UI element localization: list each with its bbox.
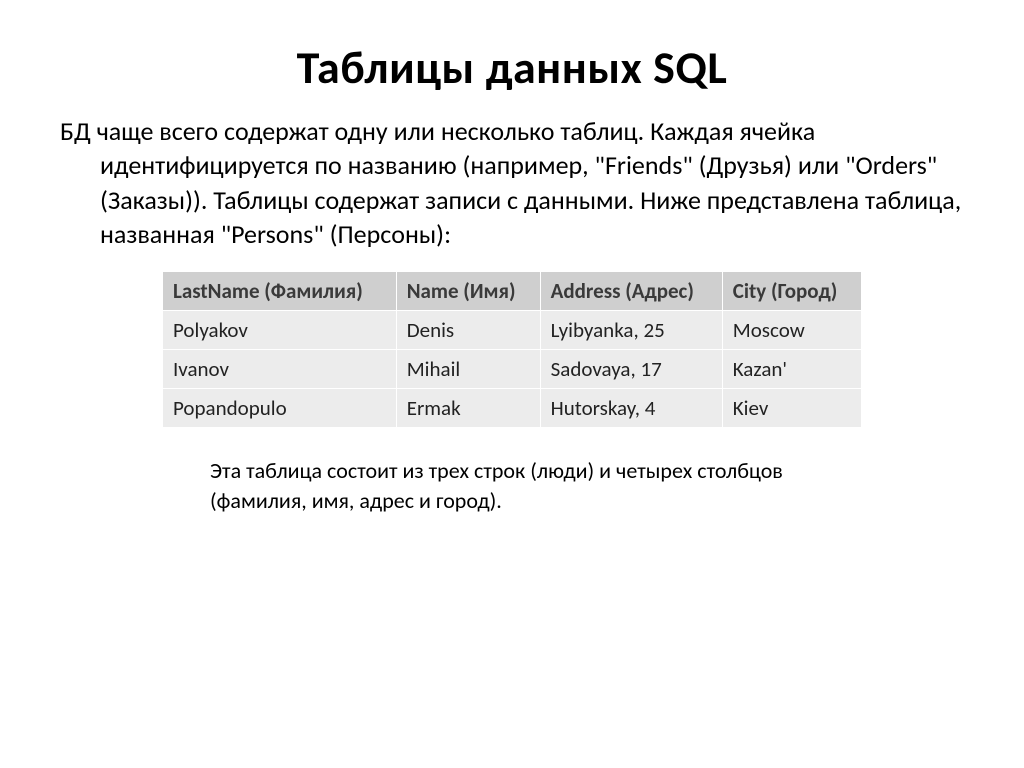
cell-name: Mihail: [396, 350, 540, 389]
table-row: Popandopulo Ermak Hutorskay, 4 Kiev: [163, 389, 862, 428]
table-header-row: LastName (Фамилия) Name (Имя) Address (А…: [163, 272, 862, 311]
slide-title: Таблицы данных SQL: [50, 40, 974, 96]
cell-address: Lyibyanka, 25: [540, 311, 722, 350]
cell-city: Kazan': [722, 350, 861, 389]
table-body: Polyakov Denis Lyibyanka, 25 Moscow Ivan…: [163, 311, 862, 428]
cell-lastname: Ivanov: [163, 350, 397, 389]
persons-table: LastName (Фамилия) Name (Имя) Address (А…: [162, 271, 862, 428]
table-header: LastName (Фамилия) Name (Имя) Address (А…: [163, 272, 862, 311]
slide: Таблицы данных SQL БД чаще всего содержа…: [0, 0, 1024, 768]
col-header-city: City (Город): [722, 272, 861, 311]
col-header-address: Address (Адрес): [540, 272, 722, 311]
cell-lastname: Popandopulo: [163, 389, 397, 428]
cell-lastname: Polyakov: [163, 311, 397, 350]
slide-footnote: Эта таблица состоит из трех строк (люди)…: [210, 456, 834, 515]
cell-city: Moscow: [722, 311, 861, 350]
cell-address: Hutorskay, 4: [540, 389, 722, 428]
cell-city: Kiev: [722, 389, 861, 428]
col-header-name: Name (Имя): [396, 272, 540, 311]
cell-name: Ermak: [396, 389, 540, 428]
table-row: Ivanov Mihail Sadovaya, 17 Kazan': [163, 350, 862, 389]
col-header-lastname: LastName (Фамилия): [163, 272, 397, 311]
slide-body-text: БД чаще всего содержат одну или нескольк…: [60, 114, 964, 251]
cell-name: Denis: [396, 311, 540, 350]
cell-address: Sadovaya, 17: [540, 350, 722, 389]
table-row: Polyakov Denis Lyibyanka, 25 Moscow: [163, 311, 862, 350]
table-wrapper: LastName (Фамилия) Name (Имя) Address (А…: [50, 271, 974, 428]
